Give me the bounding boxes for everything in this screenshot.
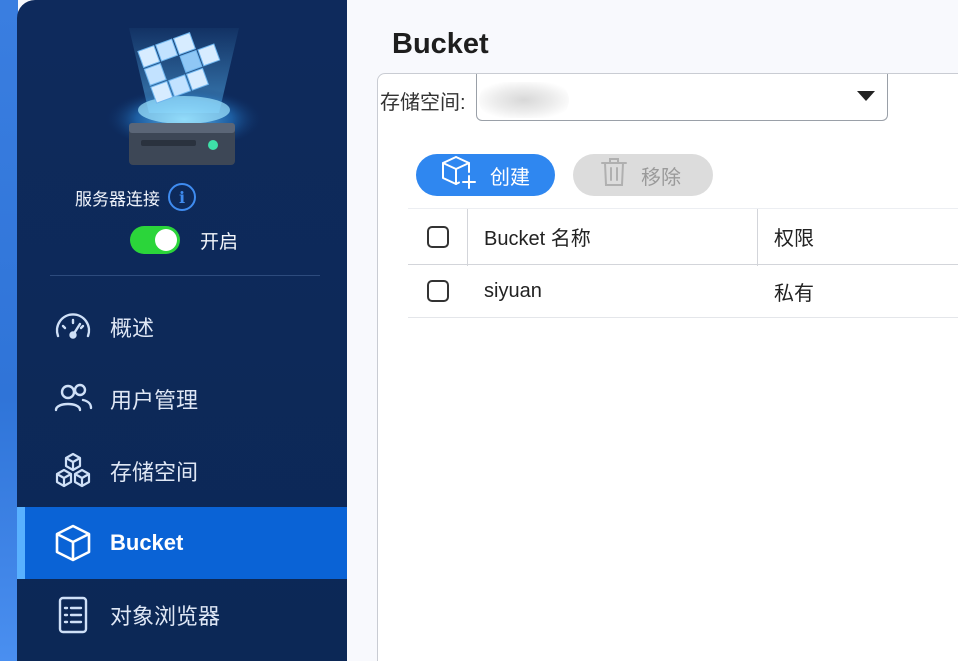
remove-button-label: 移除 [641,166,681,189]
bucket-name-cell[interactable]: siyuan [467,280,757,303]
page-title: Bucket [392,28,489,60]
select-all-cell [408,225,467,248]
document-list-icon [52,594,94,636]
bucket-table: Bucket 名称 权限 siyuan 私有 [408,208,958,318]
cube-icon [52,522,94,564]
table-row[interactable]: siyuan 私有 [408,265,958,318]
sidebar-item-label: 概述 [110,316,155,341]
toggle-knob [155,229,177,251]
connection-toggle-row: 开启 [130,226,238,254]
cubes-icon [52,450,94,492]
table-header: Bucket 名称 权限 [408,208,958,266]
storage-label: 存储空间: [380,92,466,114]
column-divider [757,209,758,266]
chevron-down-icon[interactable] [857,91,875,101]
sidebar-item-label: 对象浏览器 [110,604,221,629]
connection-toggle[interactable] [130,226,180,254]
remove-bucket-button[interactable]: 移除 [573,154,713,196]
select-all-checkbox[interactable] [426,225,449,248]
create-bucket-button[interactable]: 创建 [416,154,555,196]
trash-icon [599,156,629,194]
server-connection-label: 服务器连接 [75,189,160,209]
column-header-name[interactable]: Bucket 名称 [467,222,757,251]
storage-select[interactable] [476,74,888,121]
add-cube-icon [440,154,478,196]
row-checkbox[interactable] [426,280,449,302]
create-button-label: 创建 [490,166,530,189]
sidebar-item-label: 存储空间 [110,460,199,485]
sidebar-item-label: 用户管理 [110,388,199,413]
sidebar-divider [50,275,320,276]
sidebar-item-overview[interactable]: 概述 [17,291,347,363]
column-header-permission[interactable]: 权限 [757,222,814,251]
row-check-cell [408,280,467,302]
server-connection: 服务器连接 i [75,183,196,211]
main-content: Bucket 存储空间: 创建 移除 Bucket 名称 权限 siyuan 私… [347,0,958,661]
toggle-label: 开启 [200,231,239,253]
speedometer-icon [52,306,94,348]
redacted-value [479,82,569,118]
column-divider [467,209,468,266]
bucket-card: 存储空间: 创建 移除 Bucket 名称 权限 siyuan 私有 [377,73,958,661]
sidebar-item-user-management[interactable]: 用户管理 [17,363,347,435]
users-icon [52,378,94,420]
window-edge [0,0,18,661]
sidebar-item-storage[interactable]: 存储空间 [17,435,347,507]
server-logo [99,18,269,173]
sidebar-nav: 概述 用户管理 存储空间 Bucket 对象浏览器 [17,291,347,651]
sidebar-item-label: Bucket [110,530,184,555]
info-icon[interactable]: i [168,183,196,211]
bucket-permission-cell: 私有 [774,282,814,305]
sidebar-item-bucket[interactable]: Bucket [17,507,347,579]
sidebar-item-object-browser[interactable]: 对象浏览器 [17,579,347,651]
sidebar: 服务器连接 i 开启 概述 用户管理 存储空间 Bucket 对象浏览器 [17,0,347,661]
